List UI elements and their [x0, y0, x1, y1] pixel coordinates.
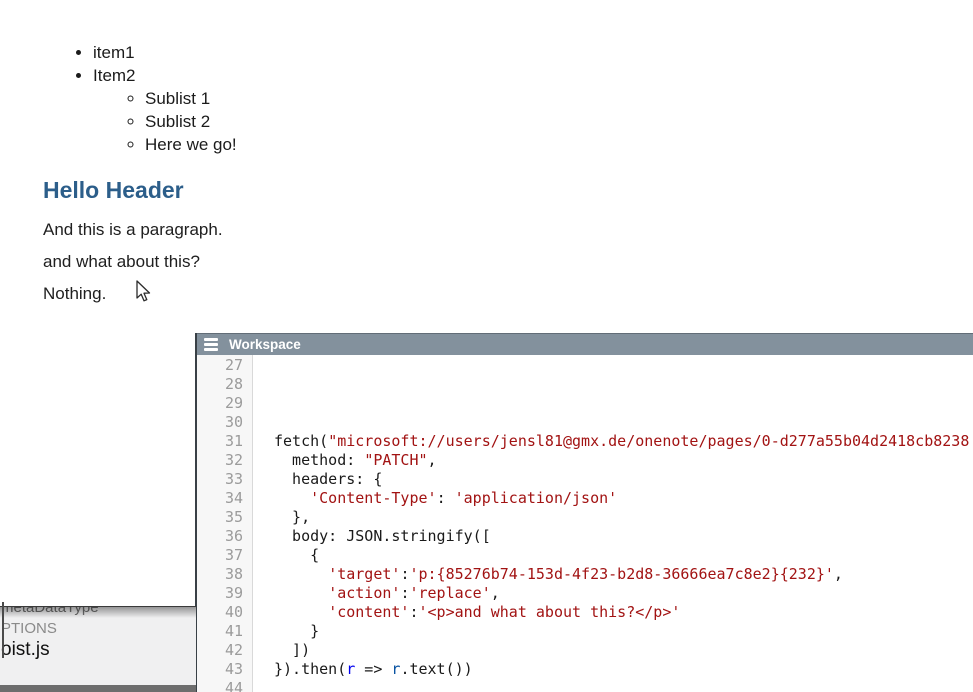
workspace-panel: Workspace 272829303132333435363738394041… [195, 333, 973, 692]
code-token: 'p:{85276b74-153d-4f23-b2d8-36666ea7c8e2… [409, 565, 833, 583]
line-number: 40 [197, 603, 243, 622]
code-token: "PATCH" [364, 451, 427, 469]
line-number: 30 [197, 413, 243, 432]
code-token: , [834, 565, 843, 583]
code-line[interactable] [274, 413, 973, 432]
code-token: } [274, 622, 319, 640]
code-token: 'action' [328, 584, 400, 602]
code-token: , [428, 451, 437, 469]
code-line[interactable]: headers: { [274, 470, 973, 489]
code-token: r [346, 660, 355, 678]
code-token: ]) [274, 641, 310, 659]
overlay-bottom-bar [0, 685, 196, 692]
arrow-cursor-icon [134, 280, 154, 304]
code-token: 'content' [328, 603, 409, 621]
code-line[interactable]: 'content':'<p>and what about this?</p>' [274, 603, 973, 622]
code-line[interactable]: method: "PATCH", [274, 451, 973, 470]
paragraph: Nothing. [43, 284, 106, 304]
line-number: 42 [197, 641, 243, 660]
sub-list-item: Here we go! [145, 133, 237, 156]
code-token: }, [274, 508, 310, 526]
workspace-header: Workspace [197, 333, 973, 355]
code-token: 'application/json' [455, 489, 618, 507]
code-token: method: [274, 451, 364, 469]
code-line[interactable]: { [274, 546, 973, 565]
line-number: 36 [197, 527, 243, 546]
code-token: headers: { [274, 470, 382, 488]
popup-item[interactable]: PTIONS [1, 620, 57, 637]
page-heading: Hello Header [43, 177, 184, 204]
code-token: }).then( [274, 660, 346, 678]
code-line[interactable] [274, 394, 973, 413]
code-token [274, 565, 328, 583]
line-number: 32 [197, 451, 243, 470]
line-number-gutter: 272829303132333435363738394041424344 [197, 355, 253, 692]
paragraph: And this is a paragraph. [43, 220, 223, 240]
code-token: .text()) [400, 660, 472, 678]
popup-item[interactable]: oist.js [1, 639, 50, 661]
line-number: 41 [197, 622, 243, 641]
line-number: 34 [197, 489, 243, 508]
code-token: , [491, 584, 500, 602]
line-number: 28 [197, 375, 243, 394]
code-token: 'target' [328, 565, 400, 583]
window-edge-line [2, 602, 4, 658]
code-token: '<p>and what about this?</p>' [419, 603, 681, 621]
code-line[interactable]: fetch("microsoft://users/jensl81@gmx.de/… [274, 432, 973, 451]
line-number: 37 [197, 546, 243, 565]
workspace-title: Workspace [229, 337, 301, 352]
code-token: body: JSON.stringify([ [274, 527, 491, 545]
line-number: 43 [197, 660, 243, 679]
line-number: 38 [197, 565, 243, 584]
editor-body: 272829303132333435363738394041424344 fet… [197, 355, 973, 692]
list-item: item1 [93, 41, 237, 64]
code-line[interactable]: body: JSON.stringify([ [274, 527, 973, 546]
sub-list-item: Sublist 2 [145, 110, 237, 133]
code-token: : [437, 489, 455, 507]
code-token: "microsoft://users/jensl81@gmx.de/onenot… [328, 432, 969, 450]
code-line[interactable]: }).then(r => r.text()) [274, 660, 973, 679]
line-number: 33 [197, 470, 243, 489]
code-line[interactable] [274, 356, 973, 375]
code-token: 'Content-Type' [310, 489, 436, 507]
hamburger-icon[interactable] [204, 338, 218, 351]
code-line[interactable] [274, 375, 973, 394]
line-number: 44 [197, 679, 243, 692]
bullet-list: item1 Item2 Sublist 1 Sublist 2 Here we … [43, 41, 237, 156]
code-token: { [274, 546, 319, 564]
sub-list-item: Sublist 1 [145, 87, 237, 110]
code-line[interactable]: } [274, 622, 973, 641]
code-line[interactable] [274, 679, 973, 692]
code-token [274, 603, 328, 621]
code-lines[interactable]: fetch("microsoft://users/jensl81@gmx.de/… [253, 355, 973, 692]
paragraph: and what about this? [43, 252, 200, 272]
code-token [274, 489, 310, 507]
code-token: 'replace' [409, 584, 490, 602]
list-item: Item2 Sublist 1 Sublist 2 Here we go! [93, 64, 237, 156]
code-line[interactable]: 'action':'replace', [274, 584, 973, 603]
code-line[interactable]: 'Content-Type': 'application/json' [274, 489, 973, 508]
line-number: 39 [197, 584, 243, 603]
code-token: => [355, 660, 391, 678]
code-line[interactable]: 'target':'p:{85276b74-153d-4f23-b2d8-366… [274, 565, 973, 584]
popup-item-partial[interactable]: metaDataType [1, 606, 99, 616]
line-number: 27 [197, 356, 243, 375]
code-line[interactable]: ]) [274, 641, 973, 660]
code-token: fetch( [274, 432, 328, 450]
code-token: : [409, 603, 418, 621]
line-number: 29 [197, 394, 243, 413]
line-number: 35 [197, 508, 243, 527]
autocomplete-popup: metaDataType PTIONS oist.js [0, 606, 196, 692]
sub-list: Sublist 1 Sublist 2 Here we go! [93, 87, 237, 156]
line-number: 31 [197, 432, 243, 451]
list-item-label: Item2 [93, 66, 136, 85]
code-token [274, 584, 328, 602]
code-line[interactable]: }, [274, 508, 973, 527]
